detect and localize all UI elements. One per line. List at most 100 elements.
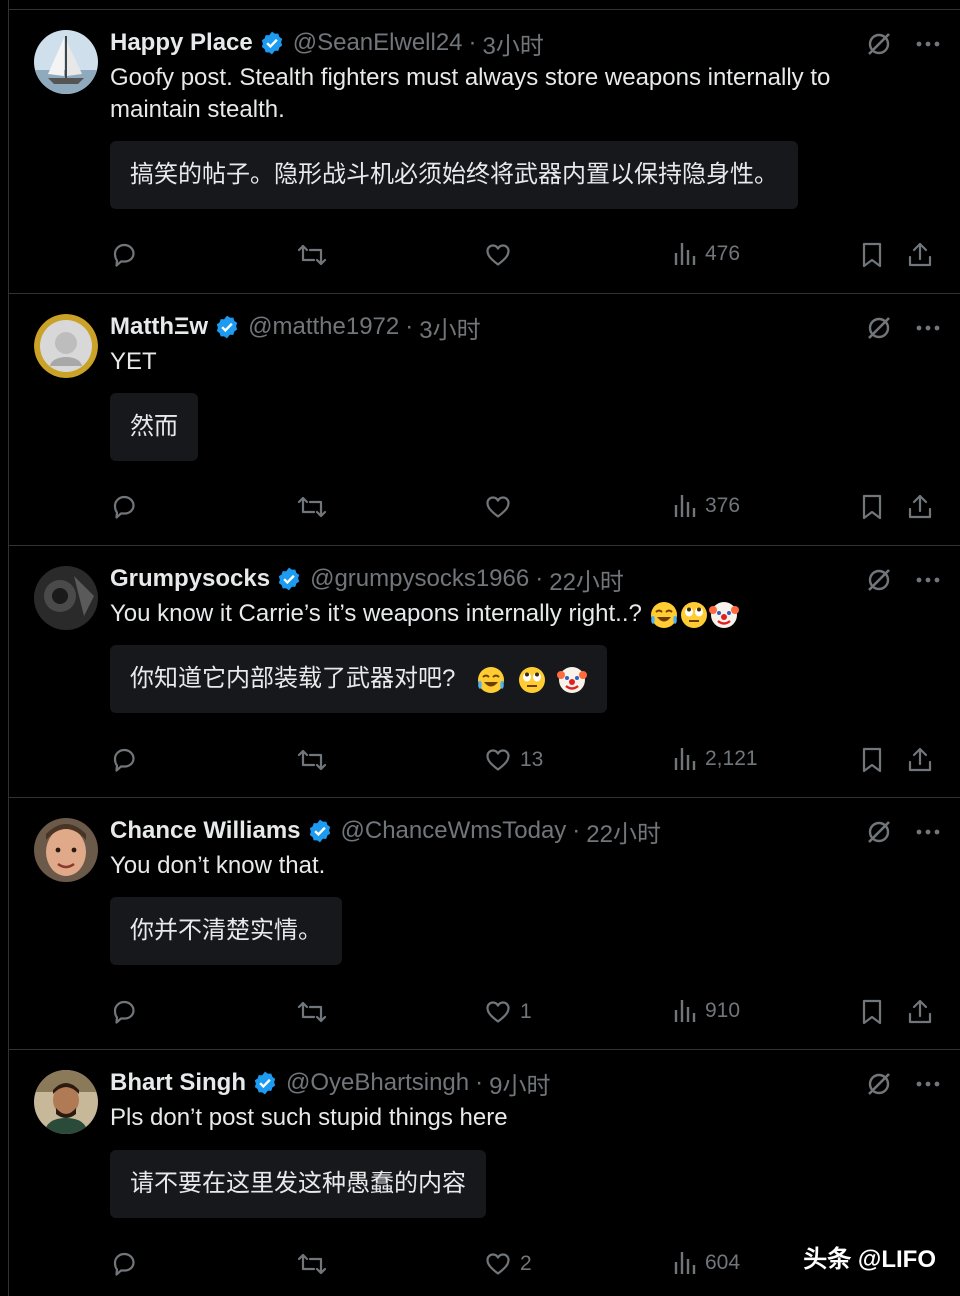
timestamp[interactable]: 3小时 — [419, 310, 480, 345]
like-button[interactable]: 13 — [484, 746, 543, 774]
heart-icon — [486, 1253, 510, 1275]
author-name[interactable]: Grumpysocks — [110, 565, 270, 593]
bookmark-button[interactable] — [860, 746, 884, 774]
reply-feed: Happy Place @SeanElwell24 · 3小时 Goofy po… — [8, 0, 960, 1296]
tweet[interactable]: MatthΞw @matthe1972 · 3小时 YET 然而 376 — [9, 294, 960, 546]
author-handle[interactable]: @OyeBhartsingh — [286, 1069, 469, 1097]
avatar[interactable] — [34, 314, 98, 378]
grok-icon[interactable] — [865, 818, 893, 846]
tweet-top-icons — [865, 818, 941, 846]
like-button[interactable] — [484, 241, 520, 269]
bookmark-button[interactable] — [860, 241, 884, 269]
grok-icon[interactable] — [865, 30, 893, 58]
separator-dot: · — [572, 817, 581, 844]
avatar[interactable] — [34, 818, 98, 882]
reply-button[interactable] — [110, 241, 138, 269]
views-button[interactable]: 910 — [673, 998, 740, 1024]
avatar[interactable] — [34, 30, 98, 94]
tears-of-joy-emoji — [650, 601, 677, 628]
views-button[interactable]: 604 — [673, 1250, 740, 1276]
author-handle[interactable]: @matthe1972 — [248, 313, 399, 341]
verified-badge-icon — [254, 1071, 276, 1095]
reply-button[interactable] — [110, 1250, 138, 1278]
reply-icon — [113, 1000, 135, 1024]
views-chart-icon — [674, 1000, 696, 1022]
timestamp[interactable]: 22小时 — [549, 562, 624, 597]
avatar[interactable] — [34, 566, 98, 630]
reply-button[interactable] — [110, 746, 138, 774]
tweet[interactable]: Grumpysocks @grumpysocks1966 · 22小时 You … — [9, 546, 960, 798]
tweet-text: Goofy post. Stealth fighters must always… — [110, 64, 831, 123]
tweet[interactable]: Chance Williams @ChanceWmsToday · 22小时 Y… — [9, 798, 960, 1050]
author-handle[interactable]: @SeanElwell24 — [293, 29, 463, 57]
like-button[interactable]: 2 — [484, 1250, 532, 1278]
repost-button[interactable] — [297, 1250, 327, 1278]
repost-button[interactable] — [297, 241, 327, 269]
separator-dot: · — [535, 565, 544, 592]
like-button[interactable] — [484, 493, 520, 521]
tears-of-joy-emoji — [478, 666, 505, 693]
view-count: 476 — [705, 242, 741, 265]
share-button[interactable] — [906, 998, 934, 1026]
share-button[interactable] — [906, 241, 934, 269]
bookmark-button[interactable] — [860, 493, 884, 521]
heart-icon — [486, 1001, 510, 1023]
repost-button[interactable] — [297, 746, 327, 774]
avatar[interactable] — [34, 1070, 98, 1134]
author-name[interactable]: MatthΞw — [110, 313, 208, 341]
bookmark-button[interactable] — [860, 998, 884, 1026]
repost-button[interactable] — [297, 493, 327, 521]
views-button[interactable]: 2,121 — [673, 746, 758, 772]
views-button[interactable]: 476 — [673, 241, 740, 267]
heart-icon — [486, 244, 510, 266]
timestamp[interactable]: 22小时 — [586, 814, 661, 849]
verified-badge-icon — [278, 567, 300, 591]
more-icon[interactable] — [915, 31, 941, 57]
author-handle[interactable]: @ChanceWmsToday — [341, 817, 567, 845]
grok-icon[interactable] — [865, 1070, 893, 1098]
timestamp[interactable]: 9小时 — [489, 1066, 550, 1101]
grok-icon[interactable] — [865, 314, 893, 342]
author-handle[interactable]: @grumpysocks1966 — [310, 565, 529, 593]
grok-icon[interactable] — [865, 566, 893, 594]
tweet-text: Pls don’t post such stupid things here — [110, 1104, 508, 1131]
timestamp[interactable]: 3小时 — [483, 26, 544, 61]
reply-button[interactable] — [110, 998, 138, 1026]
views-button[interactable]: 376 — [673, 493, 740, 519]
share-icon — [908, 999, 932, 1024]
tweet[interactable]: Happy Place @SeanElwell24 · 3小时 Goofy po… — [9, 10, 960, 294]
heart-icon — [486, 749, 510, 771]
like-count: 1 — [520, 1000, 532, 1023]
action-bar: 1 910 — [110, 998, 940, 1032]
tweet-header: MatthΞw @matthe1972 · 3小时 — [110, 310, 481, 344]
views-chart-icon — [674, 748, 696, 770]
author-name[interactable]: Chance Williams — [110, 817, 301, 845]
more-icon[interactable] — [915, 819, 941, 845]
verified-badge-icon — [309, 819, 330, 843]
verified-badge-icon — [216, 315, 238, 339]
more-icon[interactable] — [915, 1071, 941, 1097]
view-count: 376 — [705, 494, 741, 517]
view-count: 910 — [705, 999, 741, 1022]
eye-roll-emoji — [518, 666, 545, 693]
share-icon — [908, 242, 932, 267]
more-icon[interactable] — [915, 315, 941, 341]
separator-dot: · — [405, 313, 414, 340]
like-button[interactable]: 1 — [484, 998, 532, 1026]
share-button[interactable] — [906, 746, 934, 774]
author-name[interactable]: Happy Place — [110, 29, 253, 57]
reply-icon — [113, 495, 135, 519]
tweet-top-icons — [865, 30, 941, 58]
repost-icon — [297, 749, 327, 771]
share-button[interactable] — [906, 493, 934, 521]
bookmark-icon — [862, 494, 882, 520]
reply-button[interactable] — [110, 493, 138, 521]
tweet-header: Grumpysocks @grumpysocks1966 · 22小时 — [110, 562, 624, 596]
views-chart-icon — [674, 1252, 696, 1274]
tweet-text: You don’t know that. — [110, 852, 326, 879]
more-icon[interactable] — [915, 567, 941, 593]
reply-icon — [113, 1252, 135, 1276]
author-name[interactable]: Bhart Singh — [110, 1069, 246, 1097]
repost-button[interactable] — [297, 998, 327, 1026]
translation-box: 你并不清楚实情。 — [110, 897, 342, 965]
